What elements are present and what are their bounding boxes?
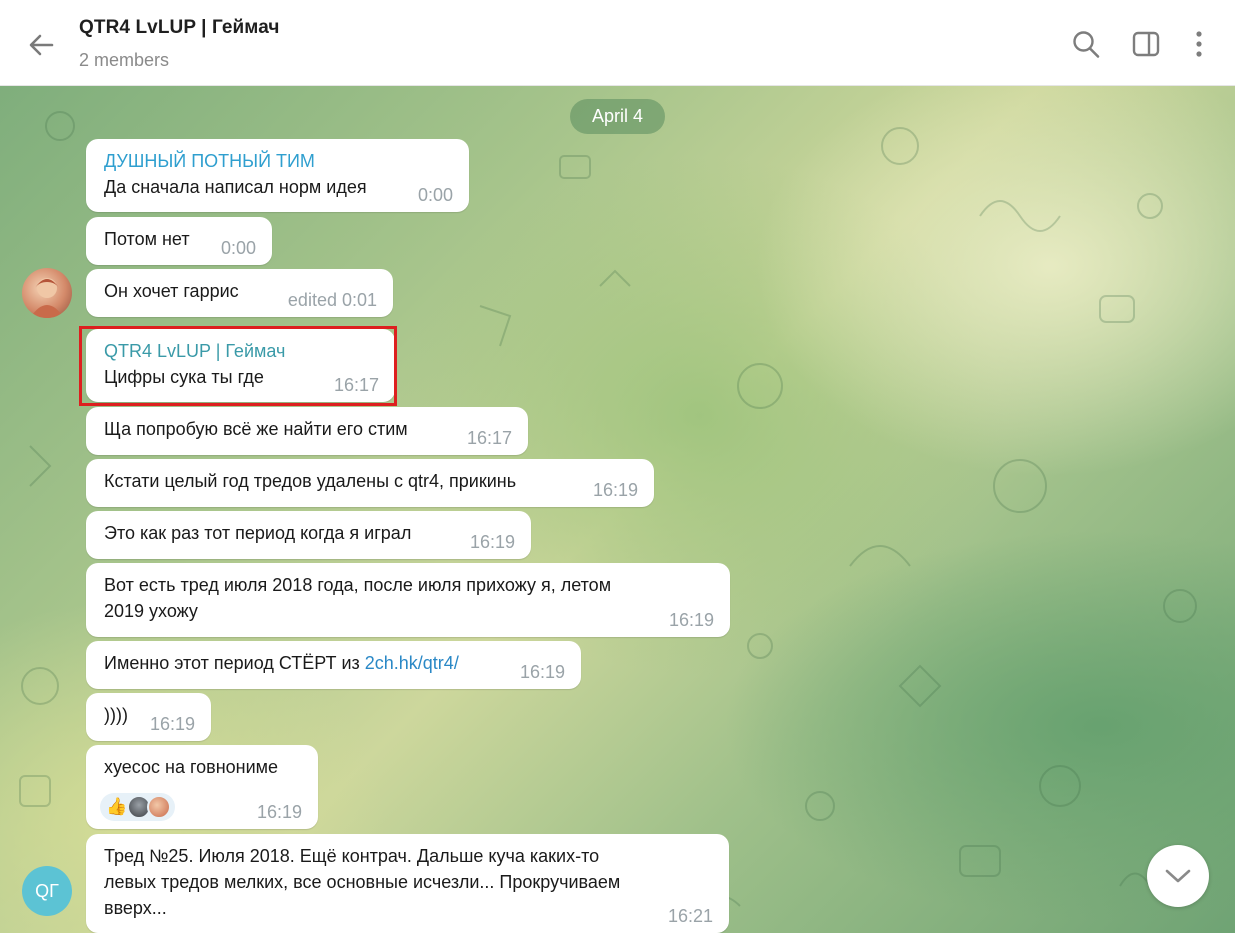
message-text-line: Вот есть тред июля 2018 года, после июля… [104,575,612,595]
message-bubble[interactable]: Кстати целый год тредов удалены с qtr4, … [86,459,654,507]
user-avatar[interactable] [22,268,72,318]
message-time: 16:19 [149,714,195,734]
message-time: 16:19 [668,610,714,630]
message-bubble[interactable]: Он хочет гаррис edited 0:01 [86,269,393,317]
thumbs-up-emoji-icon: 👍 [106,797,128,816]
message-text: Кстати целый год тредов удалены с qtr4, … [104,471,517,491]
chevron-down-icon [1165,869,1191,883]
chat-title[interactable]: QTR4 LvLUP | Геймач [79,17,280,39]
message-text: хуесос на говнониме [104,757,279,777]
message-bubble[interactable]: Именно этот период СТЁРТ из 2ch.hk/qtr4/… [86,641,581,689]
message-bubble[interactable]: Потом нет 0:00 [86,217,272,265]
date-separator: April 4 [570,99,665,134]
message-time: 16:17 [466,428,512,448]
message-link[interactable]: 2ch.hk/qtr4/ [365,653,459,673]
message-time: 16:17 [333,375,379,395]
message-bubble[interactable]: хуесос на говнониме 👍 16:19 [86,745,318,829]
message-time: 16:19 [256,802,302,822]
sender-name[interactable]: QTR4 LvLUP | Геймач [104,338,377,364]
message-time: edited 0:01 [287,290,377,310]
search-icon[interactable] [1071,28,1101,60]
sidebar-toggle-icon[interactable] [1131,28,1161,60]
message-bubble[interactable]: Тред №25. Июля 2018. Ещё контрач. Дальше… [86,834,729,933]
message-bubble[interactable]: ДУШНЫЙ ПОТНЫЙ ТИМ Да сначала написал нор… [86,139,469,212]
back-arrow-icon[interactable] [24,28,58,62]
message-text: Это как раз тот период когда я играл [104,523,412,543]
message-bubble[interactable]: Вот есть тред июля 2018 года, после июля… [86,563,730,637]
chat-area[interactable]: April 4 ДУШНЫЙ ПОТНЫЙ ТИМ Да сначала нап… [0,86,1235,933]
chat-header: QTR4 LvLUP | Геймач 2 members [0,0,1235,86]
message-bubble[interactable]: Это как раз тот период когда я играл 16:… [86,511,531,559]
reactions-bar[interactable]: 👍 [100,793,176,821]
avatar-photo-icon [30,278,64,318]
message-text: Именно этот период СТЁРТ из 2ch.hk/qtr4/ [104,650,563,676]
message-text: Ща попробую всё же найти его стим [104,419,408,439]
group-avatar[interactable]: QГ [22,866,72,916]
message-time: 16:21 [667,906,713,926]
message-bubble[interactable]: )))) 16:19 [86,693,211,741]
message-time: 16:19 [592,480,638,500]
message-time: 16:19 [469,532,515,552]
message-time: 16:19 [519,662,565,682]
reactor-avatar [147,795,172,819]
message-bubble[interactable]: QTR4 LvLUP | Геймач Цифры сука ты где 16… [86,329,395,402]
more-vertical-icon[interactable] [1184,28,1214,60]
message-time: 0:00 [220,238,256,258]
message-text: Да сначала написал норм идея [104,177,367,197]
sender-name[interactable]: ДУШНЫЙ ПОТНЫЙ ТИМ [104,148,451,174]
message-bubble[interactable]: Ща попробую всё же найти его стим 16:17 [86,407,528,455]
message-time: 0:00 [417,185,453,205]
message-text-line: 2019 ухожу [104,601,198,621]
message-text-line: Тред №25. Июля 2018. Ещё контрач. Дальше… [104,846,600,866]
message-text-line: вверх... [104,898,167,918]
message-text-line: левых тредов мелких, все основные исчезл… [104,872,621,892]
message-text-prefix: Именно этот период СТЁРТ из [104,653,365,673]
member-count: 2 members [79,50,170,70]
scroll-down-button[interactable] [1147,845,1209,907]
